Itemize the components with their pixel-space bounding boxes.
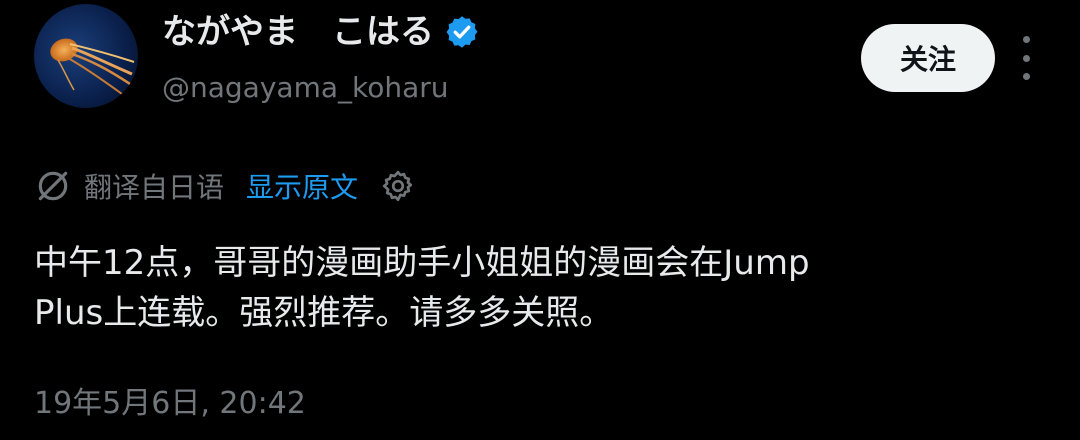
show-original-link[interactable]: 显示原文 <box>246 166 358 206</box>
translated-from-label: 翻译自日语 <box>84 171 225 204</box>
tweet-text-line: 中午12点，哥哥的漫画助手小姐姐的漫画会在Jump <box>34 243 810 283</box>
tweet-text: 中午12点，哥哥的漫画助手小姐姐的漫画会在Jump Plus上连载。强烈推荐。请… <box>34 238 1044 338</box>
avatar[interactable] <box>34 4 138 108</box>
tweet-text-line: Plus上连载。强烈推荐。请多多关照。 <box>34 293 614 333</box>
avatar-image <box>34 4 138 108</box>
display-name-text: ながやま こはる <box>162 12 434 52</box>
display-name[interactable]: ながやま こはる <box>162 10 480 54</box>
verified-badge-icon <box>446 16 478 48</box>
translate-icon <box>38 171 68 201</box>
follow-button[interactable]: 关注 <box>861 24 995 92</box>
vertical-ellipsis-icon[interactable] <box>1014 36 1038 80</box>
translation-bar: 翻译自日语 显示原文 <box>34 164 416 208</box>
gear-icon[interactable] <box>380 168 416 204</box>
tweet-timestamp[interactable]: 19年5月6日, 20:42 <box>34 384 306 424</box>
user-handle[interactable]: @nagayama_koharu <box>162 70 449 106</box>
